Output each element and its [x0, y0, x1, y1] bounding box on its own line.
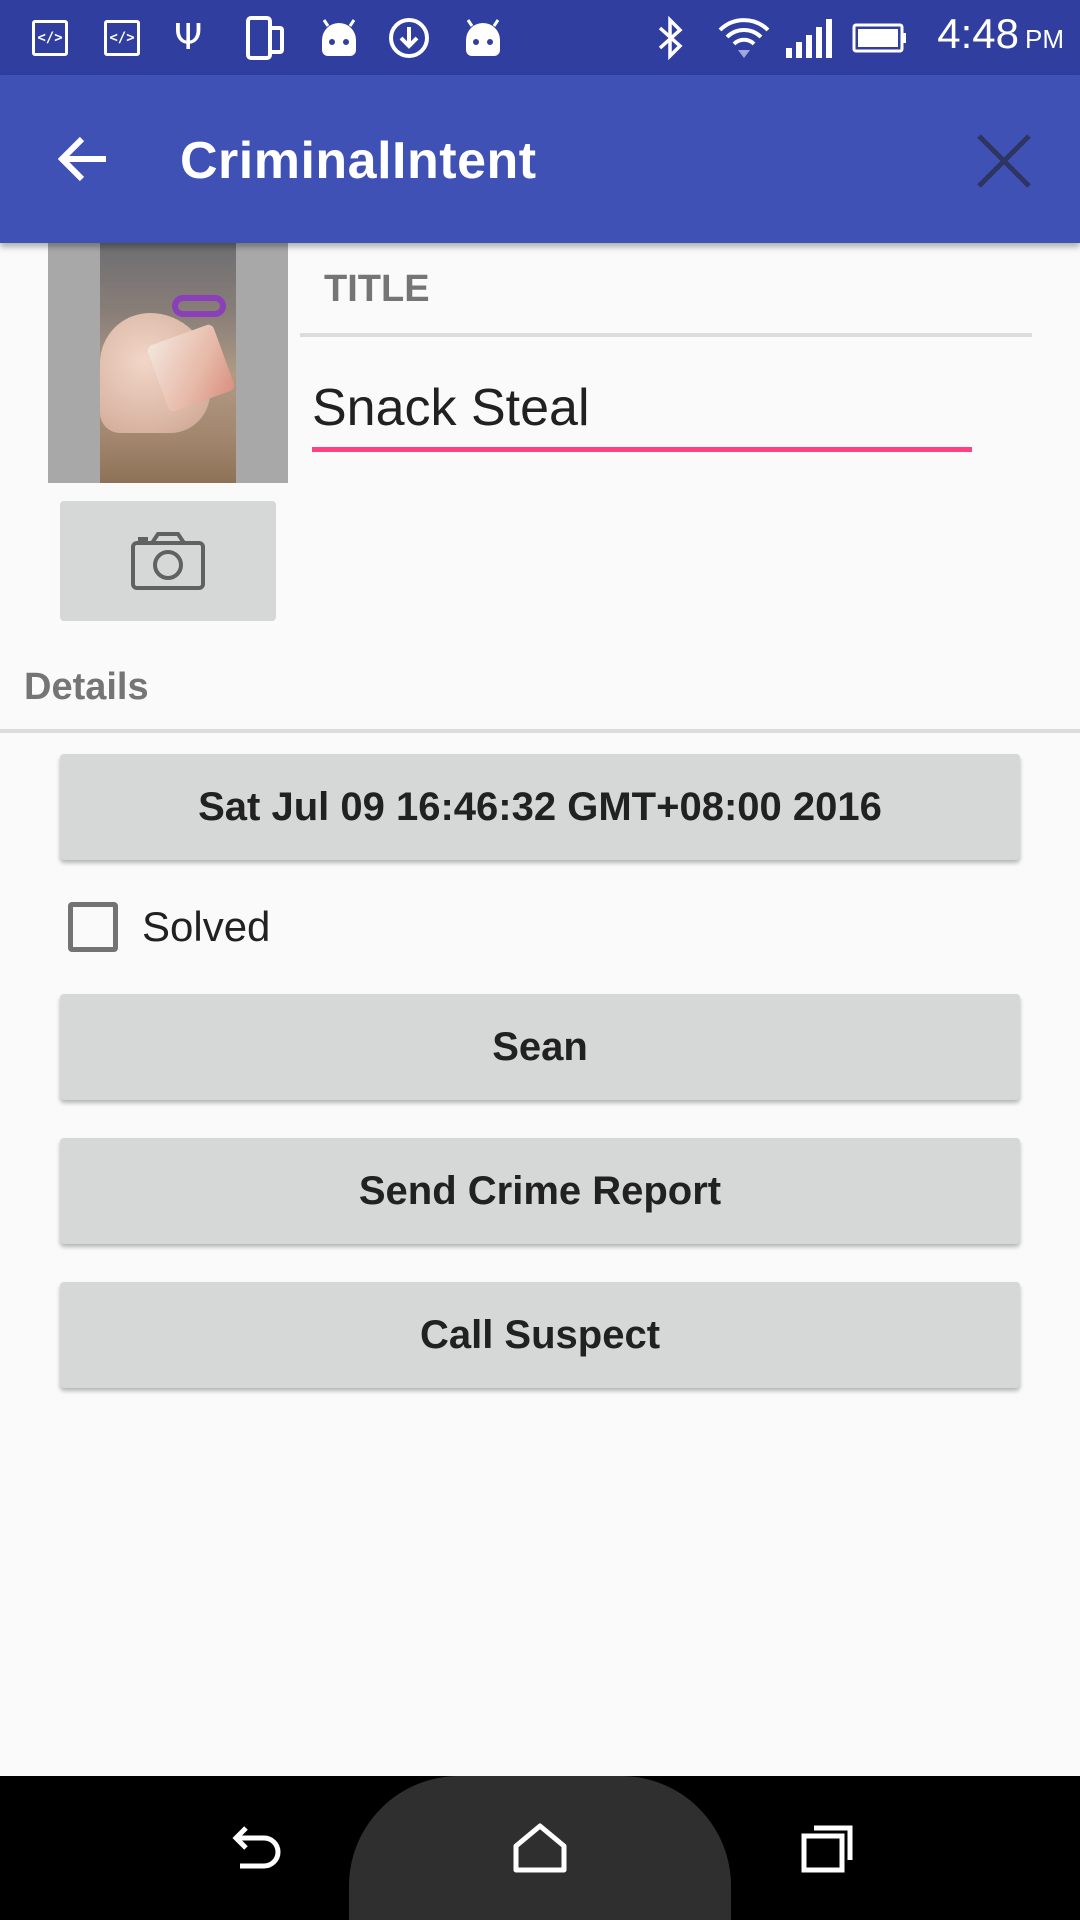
crime-date-button[interactable]: Sat Jul 09 16:46:32 GMT+08:00 2016	[60, 754, 1020, 860]
navigation-bar	[0, 1776, 1080, 1920]
crime-detail-screen: </> </> Ψ 4:48 PM CriminalIntent TITLE S…	[0, 0, 1080, 1920]
camera-button[interactable]	[60, 501, 276, 621]
send-report-button[interactable]: Send Crime Report	[60, 1138, 1020, 1244]
details-divider	[0, 729, 1080, 733]
status-clock: 4:48 PM	[937, 10, 1064, 57]
code-icon: </>	[32, 14, 68, 62]
solved-checkbox[interactable]	[68, 902, 118, 952]
details-header: Details	[24, 666, 149, 708]
battery-icon	[852, 14, 908, 62]
choose-suspect-button[interactable]: Sean	[60, 994, 1020, 1100]
wifi-icon	[716, 14, 772, 62]
back-icon	[232, 1826, 281, 1869]
close-icon	[977, 134, 1031, 188]
nav-recents-button[interactable]	[778, 1798, 878, 1898]
status-bar: </> </> Ψ 4:48 PM	[0, 0, 1080, 75]
usb-icon: Ψ	[174, 17, 203, 58]
title-header: TITLE	[324, 268, 430, 310]
photo-image	[100, 243, 236, 483]
android-icon	[318, 14, 360, 62]
crime-title-input[interactable]	[312, 368, 972, 452]
nav-back-button[interactable]	[204, 1798, 304, 1898]
camera-icon	[131, 532, 205, 590]
arrow-left-icon	[58, 136, 106, 182]
title-divider	[300, 333, 1032, 337]
app-bar: CriminalIntent	[0, 75, 1080, 243]
call-suspect-button[interactable]: Call Suspect	[60, 1282, 1020, 1388]
android-icon	[462, 14, 504, 62]
app-title: CriminalIntent	[180, 132, 537, 190]
phone-sync-icon	[244, 14, 286, 62]
back-button[interactable]	[40, 119, 128, 199]
nav-home-button[interactable]	[490, 1798, 590, 1898]
recents-icon	[801, 1825, 853, 1873]
download-sync-icon	[386, 14, 432, 62]
solved-label: Solved	[142, 903, 271, 950]
bluetooth-icon	[656, 14, 686, 62]
code-icon: </>	[104, 14, 140, 62]
signal-icon	[784, 14, 834, 62]
home-icon	[513, 1823, 567, 1873]
close-button[interactable]	[964, 121, 1044, 201]
solved-row[interactable]: Solved	[68, 898, 270, 956]
crime-photo[interactable]	[48, 243, 288, 483]
